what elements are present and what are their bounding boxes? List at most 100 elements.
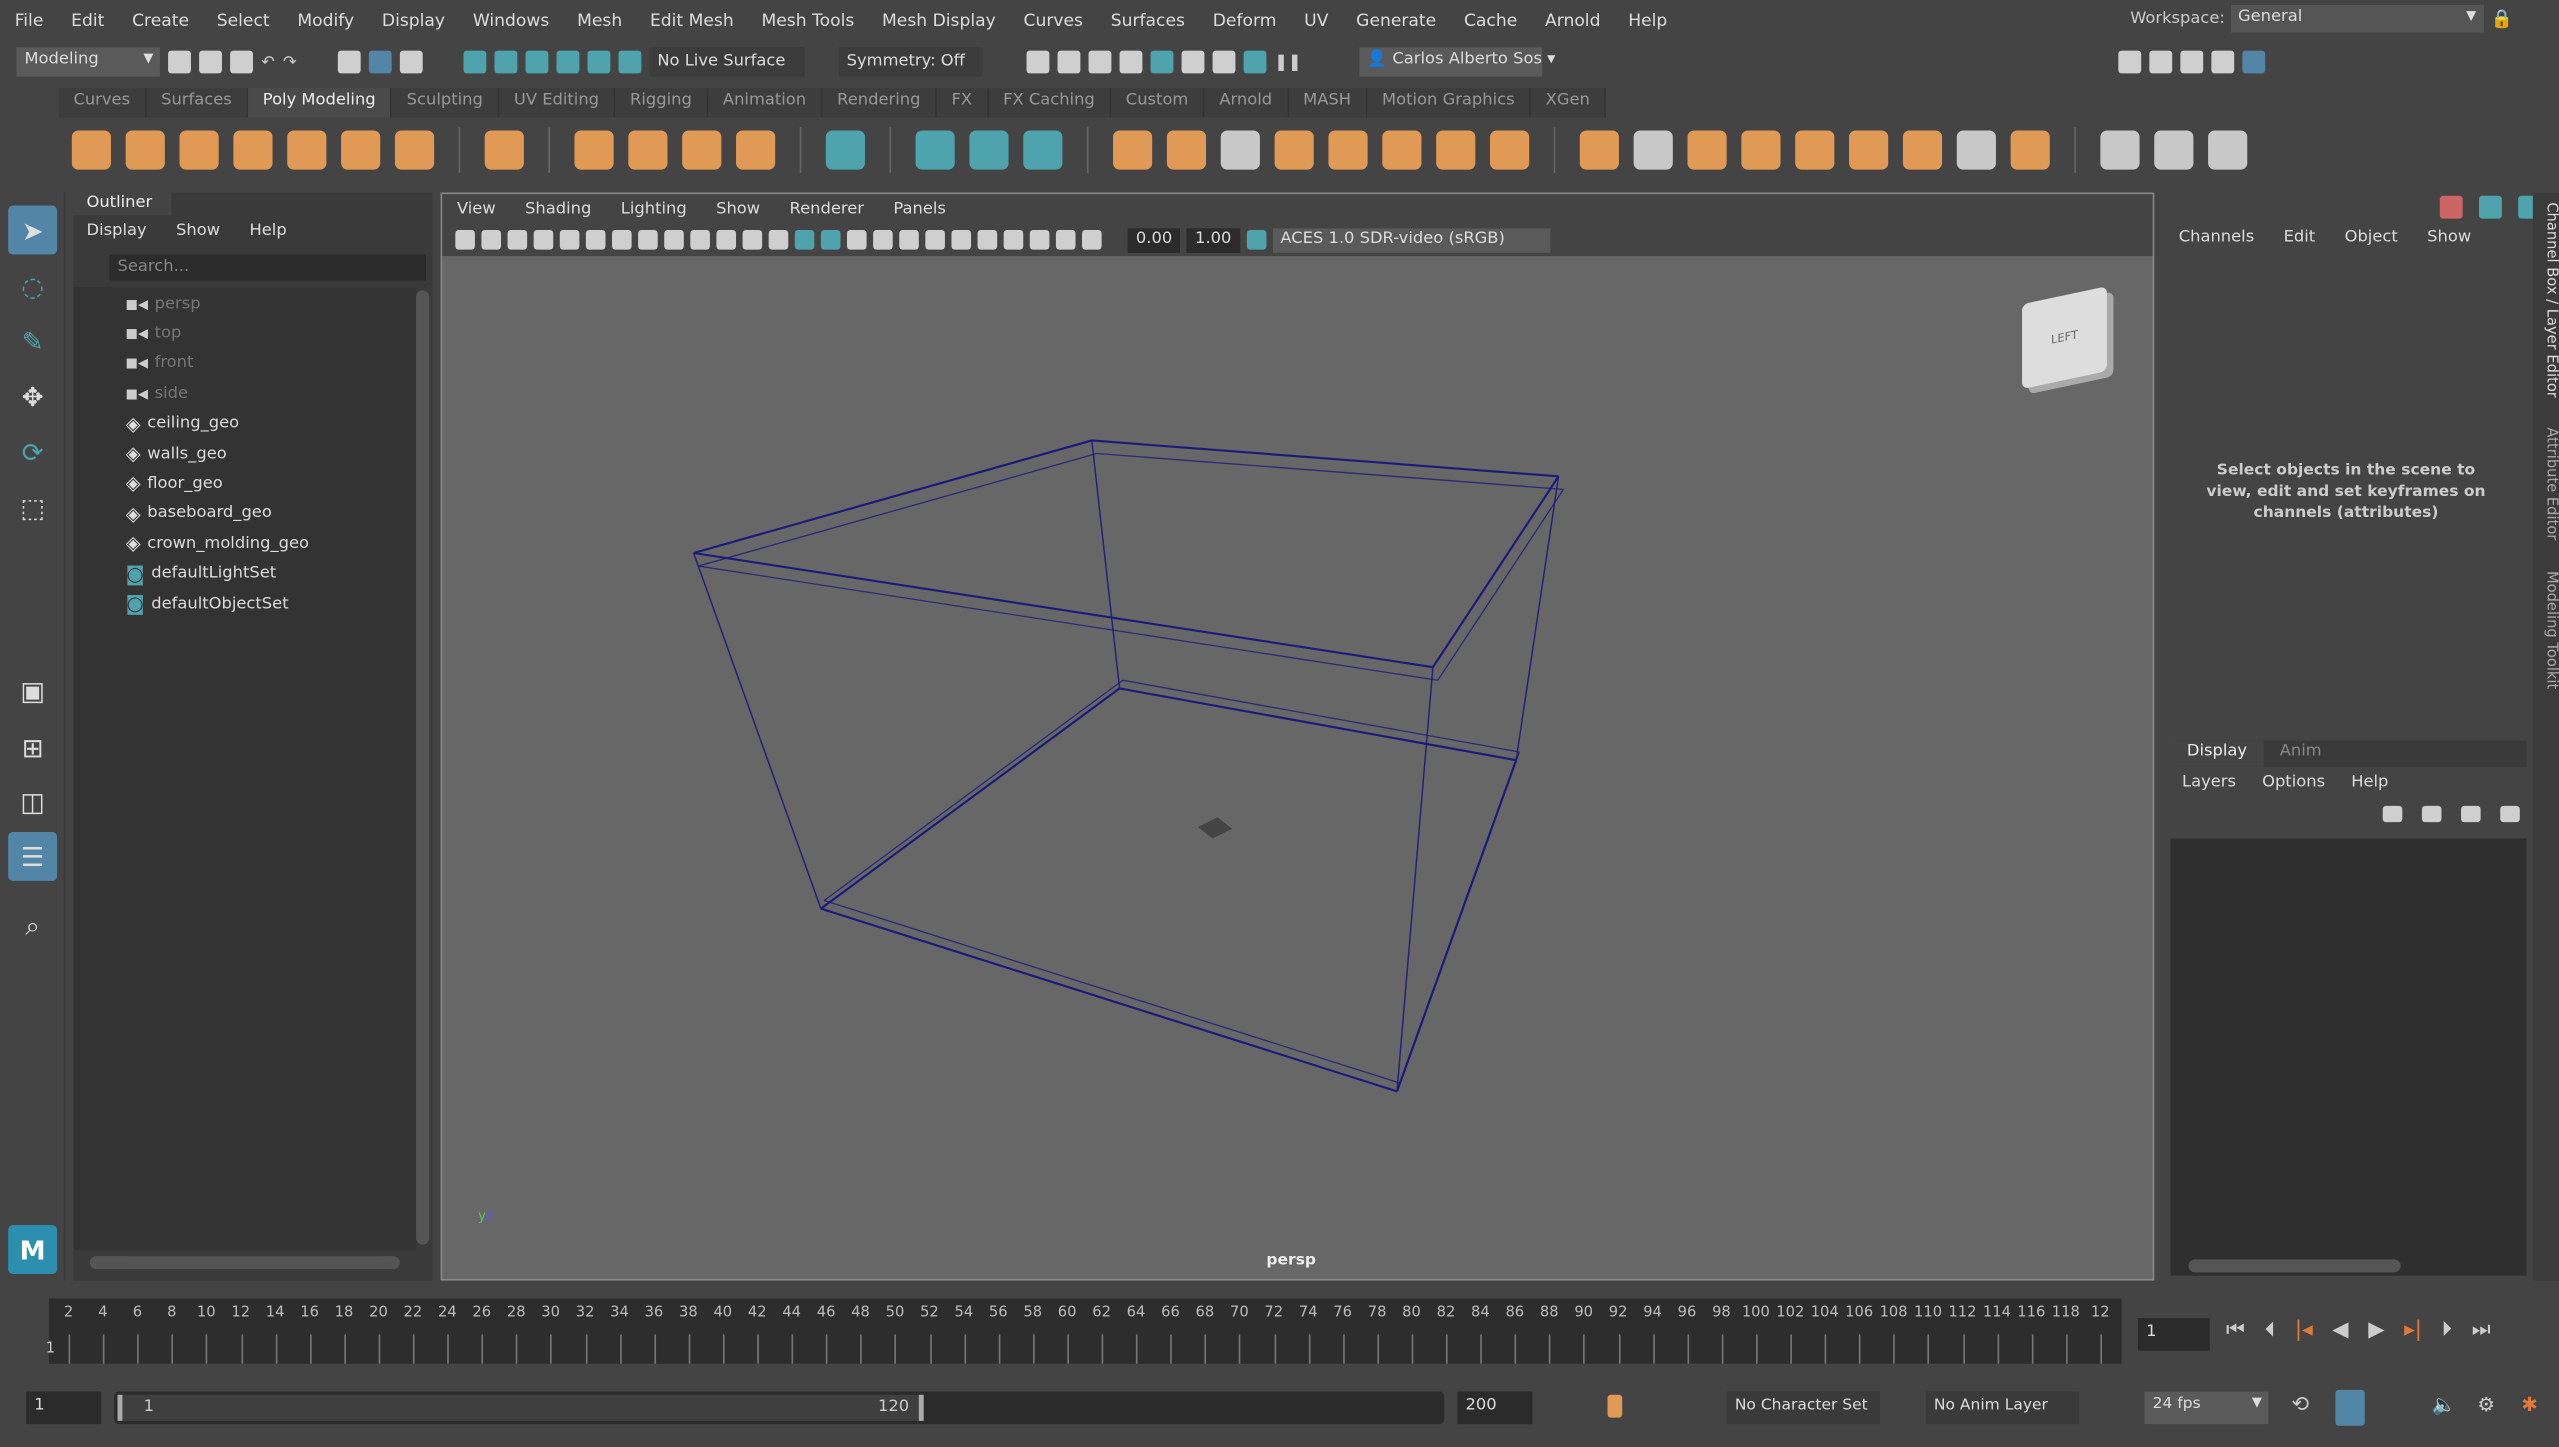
- symmetry-field[interactable]: Symmetry: Off: [838, 47, 983, 77]
- menu-cache[interactable]: Cache: [1449, 11, 1530, 31]
- outliner-item[interactable]: ■◀ top: [126, 319, 182, 348]
- poly-sphere-icon[interactable]: [71, 130, 111, 170]
- target-weld-icon[interactable]: [1902, 130, 1943, 170]
- channel-box-icon[interactable]: [2241, 50, 2265, 74]
- poly-cube-icon[interactable]: [125, 130, 165, 170]
- merge-icon[interactable]: [1849, 130, 1889, 170]
- manipulator-icon[interactable]: [2439, 195, 2463, 219]
- mode-dropdown[interactable]: Modeling ▼: [16, 47, 160, 77]
- sweep-mesh-icon[interactable]: [628, 130, 668, 170]
- smooth-icon[interactable]: [1382, 130, 1422, 170]
- mirror-icon[interactable]: [1274, 130, 1314, 170]
- auto-key-icon[interactable]: [1607, 1394, 1623, 1418]
- move-layer-down-icon[interactable]: [2421, 805, 2442, 823]
- select-hierarchy-icon[interactable]: [337, 50, 361, 74]
- tab-attribute-editor[interactable]: Attribute Editor: [2533, 418, 2559, 558]
- tab-fx-caching[interactable]: FX Caching: [988, 88, 1112, 118]
- snap-grid-icon[interactable]: [463, 50, 486, 74]
- tool-settings-icon[interactable]: [2210, 50, 2234, 74]
- outliner-item[interactable]: ◙ defaultLightSet: [126, 559, 277, 588]
- connect-icon[interactable]: [2010, 130, 2050, 170]
- arnold-render-icon[interactable]: [1181, 50, 1205, 74]
- go-to-start-icon[interactable]: ⏮: [2226, 1318, 2245, 1342]
- outliner-item[interactable]: ■◀ front: [126, 349, 194, 378]
- layer-menu-help[interactable]: Help: [2351, 773, 2388, 791]
- platonic-solid-icon[interactable]: [484, 130, 524, 170]
- menu-edit[interactable]: Edit: [56, 11, 117, 31]
- outliner-item[interactable]: ◈ crown_molding_geo: [126, 529, 309, 558]
- pen-icon[interactable]: [2100, 130, 2140, 170]
- new-layer-selected-icon[interactable]: [2500, 805, 2520, 823]
- menu-curves[interactable]: Curves: [1009, 11, 1096, 31]
- save-scene-icon[interactable]: [230, 50, 253, 74]
- tab-xgen[interactable]: XGen: [1530, 88, 1607, 118]
- layer-menu-layers[interactable]: Layers: [2182, 773, 2236, 791]
- separate-icon[interactable]: [1166, 130, 1207, 170]
- layer-tab-anim[interactable]: Anim: [2263, 741, 2338, 767]
- tab-mash[interactable]: MASH: [1288, 88, 1368, 118]
- fps-dropdown[interactable]: 24 fps ▼: [2144, 1391, 2269, 1425]
- outliner-item[interactable]: ◈ ceiling_geo: [126, 409, 239, 438]
- freeze-transform-icon[interactable]: [1023, 130, 1063, 170]
- combine-icon[interactable]: [1113, 130, 1153, 170]
- four-pane-layout-icon[interactable]: ⊞: [8, 723, 57, 772]
- tab-arnold[interactable]: Arnold: [1204, 88, 1289, 118]
- menu-create[interactable]: Create: [117, 11, 202, 31]
- view-cube[interactable]: LEFT: [2022, 286, 2107, 390]
- outliner-item[interactable]: ◈ baseboard_geo: [126, 499, 272, 528]
- outliner-item[interactable]: ■◀ side: [126, 379, 188, 408]
- layer-tab-display[interactable]: Display: [2170, 740, 2264, 767]
- outliner-menu-help[interactable]: Help: [249, 222, 286, 240]
- retopologize-icon[interactable]: [1490, 130, 1530, 170]
- fill-hole-icon[interactable]: [1741, 130, 1781, 170]
- step-back-frame-icon[interactable]: ⏴: [2265, 1318, 2276, 1342]
- tab-surfaces[interactable]: Surfaces: [146, 88, 249, 118]
- loop-icon[interactable]: ⟲: [2291, 1393, 2309, 1417]
- tab-animation[interactable]: Animation: [708, 88, 823, 118]
- select-object-icon[interactable]: [368, 50, 392, 74]
- single-pane-layout-icon[interactable]: ▣: [8, 666, 57, 715]
- menu-generate[interactable]: Generate: [1341, 11, 1449, 31]
- lasso-tool-icon[interactable]: ◌: [8, 261, 57, 310]
- range-slider[interactable]: 1 120: [114, 1391, 1445, 1425]
- tab-channel-box[interactable]: Channel Box / Layer Editor: [2533, 192, 2559, 407]
- new-layer-icon[interactable]: [2461, 805, 2481, 823]
- tab-motion-graphics[interactable]: Motion Graphics: [1367, 88, 1531, 118]
- menu-help[interactable]: Help: [1614, 11, 1681, 31]
- svg-icon[interactable]: [736, 130, 776, 170]
- tab-modeling-toolkit[interactable]: Modeling Toolkit: [2533, 561, 2559, 708]
- poly-cylinder-icon[interactable]: [179, 130, 219, 170]
- menu-select[interactable]: Select: [202, 11, 283, 31]
- anim-layer-dropdown[interactable]: No Anim Layer: [1925, 1391, 2080, 1425]
- menu-file[interactable]: File: [0, 11, 56, 31]
- snap-magnet-icon[interactable]: [618, 50, 642, 74]
- outliner-menu-show[interactable]: Show: [176, 222, 220, 240]
- tab-sculpting[interactable]: Sculpting: [391, 88, 500, 118]
- ipr-render-icon[interactable]: [1088, 50, 1112, 74]
- extract-icon[interactable]: [1220, 130, 1260, 170]
- edge-loop-icon[interactable]: [1956, 130, 1996, 170]
- speed-icon[interactable]: [2479, 195, 2502, 219]
- workspace-dropdown[interactable]: General ▼: [2231, 4, 2485, 33]
- arnold-settings-icon[interactable]: [1212, 50, 1236, 74]
- go-to-end-icon[interactable]: ⏭: [2472, 1318, 2491, 1342]
- poly-type-icon[interactable]: [682, 130, 722, 170]
- super-shape-icon[interactable]: [574, 130, 614, 170]
- playblast-icon[interactable]: [1243, 50, 1267, 74]
- extrude-icon[interactable]: [1579, 130, 1619, 170]
- scale-tool-icon[interactable]: ⬚: [8, 483, 57, 532]
- select-component-icon[interactable]: [399, 50, 423, 74]
- reset-transform-icon[interactable]: [969, 130, 1009, 170]
- outliner-search-input[interactable]: Search...: [109, 254, 426, 281]
- menu-windows[interactable]: Windows: [458, 11, 562, 31]
- render-settings-icon[interactable]: [1119, 50, 1143, 74]
- menu-display[interactable]: Display: [367, 11, 458, 31]
- step-forward-frame-icon[interactable]: ⏵: [2441, 1318, 2452, 1342]
- tab-custom[interactable]: Custom: [1111, 88, 1205, 118]
- poly-plane-icon[interactable]: [341, 130, 381, 170]
- outliner-item[interactable]: ◈ floor_geo: [126, 469, 223, 498]
- menu-uv[interactable]: UV: [1289, 11, 1341, 31]
- poly-torus-icon[interactable]: [287, 130, 327, 170]
- channel-box-menu-show[interactable]: Show: [2427, 228, 2471, 246]
- channel-box-menu-edit[interactable]: Edit: [2284, 228, 2316, 246]
